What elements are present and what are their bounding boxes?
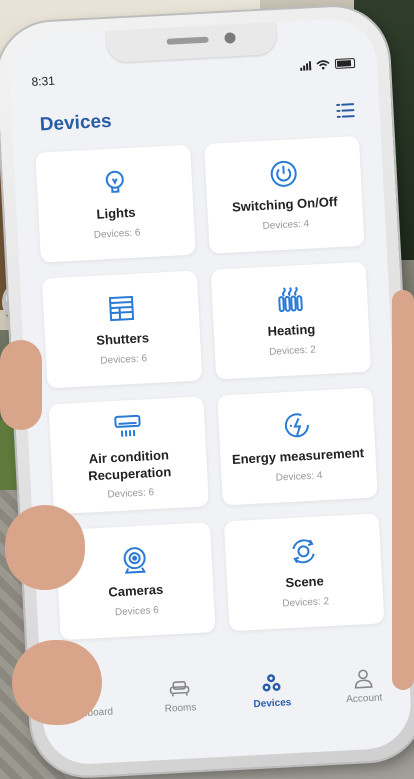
status-time: 8:31 <box>31 73 56 89</box>
device-count: Devices 6 <box>114 604 160 619</box>
device-card-switching[interactable]: Switching On/Off Devices: 4 <box>204 135 365 254</box>
camera-icon <box>123 547 146 574</box>
device-count: Devices: 6 <box>107 487 155 501</box>
list-icon[interactable] <box>333 98 358 123</box>
wifi-icon <box>316 60 330 70</box>
device-card-scene[interactable]: Scene Devices: 2 <box>223 513 385 632</box>
device-name: Cameras <box>108 581 164 600</box>
phone-notch <box>105 22 278 63</box>
signal-icon <box>300 60 312 71</box>
status-bar: 8:31 <box>31 57 356 91</box>
lightbulb-icon <box>105 170 124 193</box>
scene-icon <box>291 539 315 564</box>
device-grid: Lights Devices: 6 Switching On/Off Devic… <box>35 135 385 641</box>
energy-icon <box>284 413 309 438</box>
nav-devices[interactable]: Devices <box>236 670 308 711</box>
device-count: Devices: 4 <box>262 218 310 232</box>
device-name: Shutters <box>95 330 150 348</box>
front-camera <box>224 32 236 44</box>
device-name: Lights <box>96 204 136 222</box>
device-card-heating[interactable]: Heating Devices: 2 <box>210 261 372 380</box>
nav-rooms[interactable]: Rooms <box>144 675 216 716</box>
device-card-lights[interactable]: Lights Devices: 6 <box>35 144 196 263</box>
user-icon <box>354 669 373 689</box>
device-name: Energy measurement <box>231 445 365 467</box>
device-card-energy[interactable]: Energy measurement Devices: 4 <box>217 387 378 506</box>
nav-label: Rooms <box>164 702 197 715</box>
radiator-icon <box>277 286 303 313</box>
device-name: Heating <box>267 321 316 339</box>
device-card-air-condition[interactable]: Air condition Recuperation Devices: 6 <box>48 396 210 515</box>
devices-icon <box>262 674 281 692</box>
system-icons <box>300 57 356 71</box>
hand-finger-2 <box>12 640 102 725</box>
nav-label: Devices <box>253 697 292 711</box>
shutter-icon <box>108 295 134 322</box>
hand-finger-1 <box>0 340 42 430</box>
device-name: Scene <box>285 573 325 591</box>
device-count: Devices: 2 <box>282 596 330 610</box>
device-name: Air condition Recuperation <box>87 446 172 483</box>
device-card-shutters[interactable]: Shutters Devices: 6 <box>41 270 203 389</box>
nav-account[interactable]: Account <box>328 666 400 707</box>
device-count: Devices: 6 <box>93 227 141 241</box>
device-count: Devices: 4 <box>275 470 323 484</box>
device-name: Switching On/Off <box>231 194 338 215</box>
battery-icon <box>334 57 356 70</box>
hand-palm-right <box>392 290 414 690</box>
power-icon <box>270 160 297 187</box>
page-title: Devices <box>39 110 113 136</box>
air-conditioner-icon <box>113 414 141 437</box>
sofa-icon <box>169 680 190 697</box>
hand-thumb <box>5 505 85 590</box>
device-count: Devices: 6 <box>100 353 148 367</box>
nav-label: Account <box>345 692 383 706</box>
speaker-grille <box>166 36 209 45</box>
device-count: Devices: 2 <box>268 344 317 358</box>
